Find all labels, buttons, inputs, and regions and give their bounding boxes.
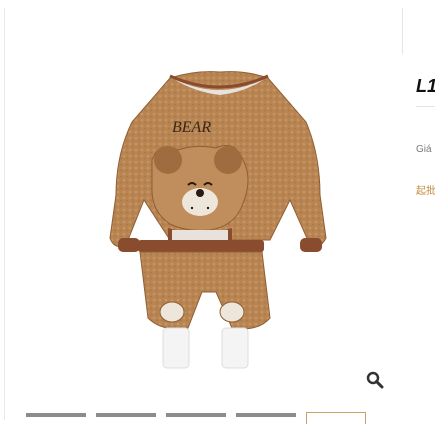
right-divider <box>402 8 403 54</box>
magnifier-icon <box>366 371 384 389</box>
bear-outfit-image: BEAR <box>109 71 327 369</box>
thumbnail-1[interactable] <box>26 413 86 417</box>
thumbnail-4[interactable] <box>236 413 296 417</box>
thumbnail-2[interactable] <box>96 413 156 417</box>
zoom-button[interactable] <box>363 368 387 392</box>
wholesale-label: 起批 <box>416 186 435 197</box>
price-label: Giá <box>416 144 432 155</box>
product-title: L1 <box>416 76 435 96</box>
gallery-border <box>4 8 5 420</box>
title-underline <box>416 106 435 107</box>
product-image[interactable]: BEAR <box>20 40 390 380</box>
thumbnail-5[interactable] <box>306 412 366 424</box>
bear-text: BEAR <box>172 119 211 136</box>
thumbnail-3[interactable] <box>166 413 226 417</box>
thumbnail-strip <box>26 412 366 424</box>
